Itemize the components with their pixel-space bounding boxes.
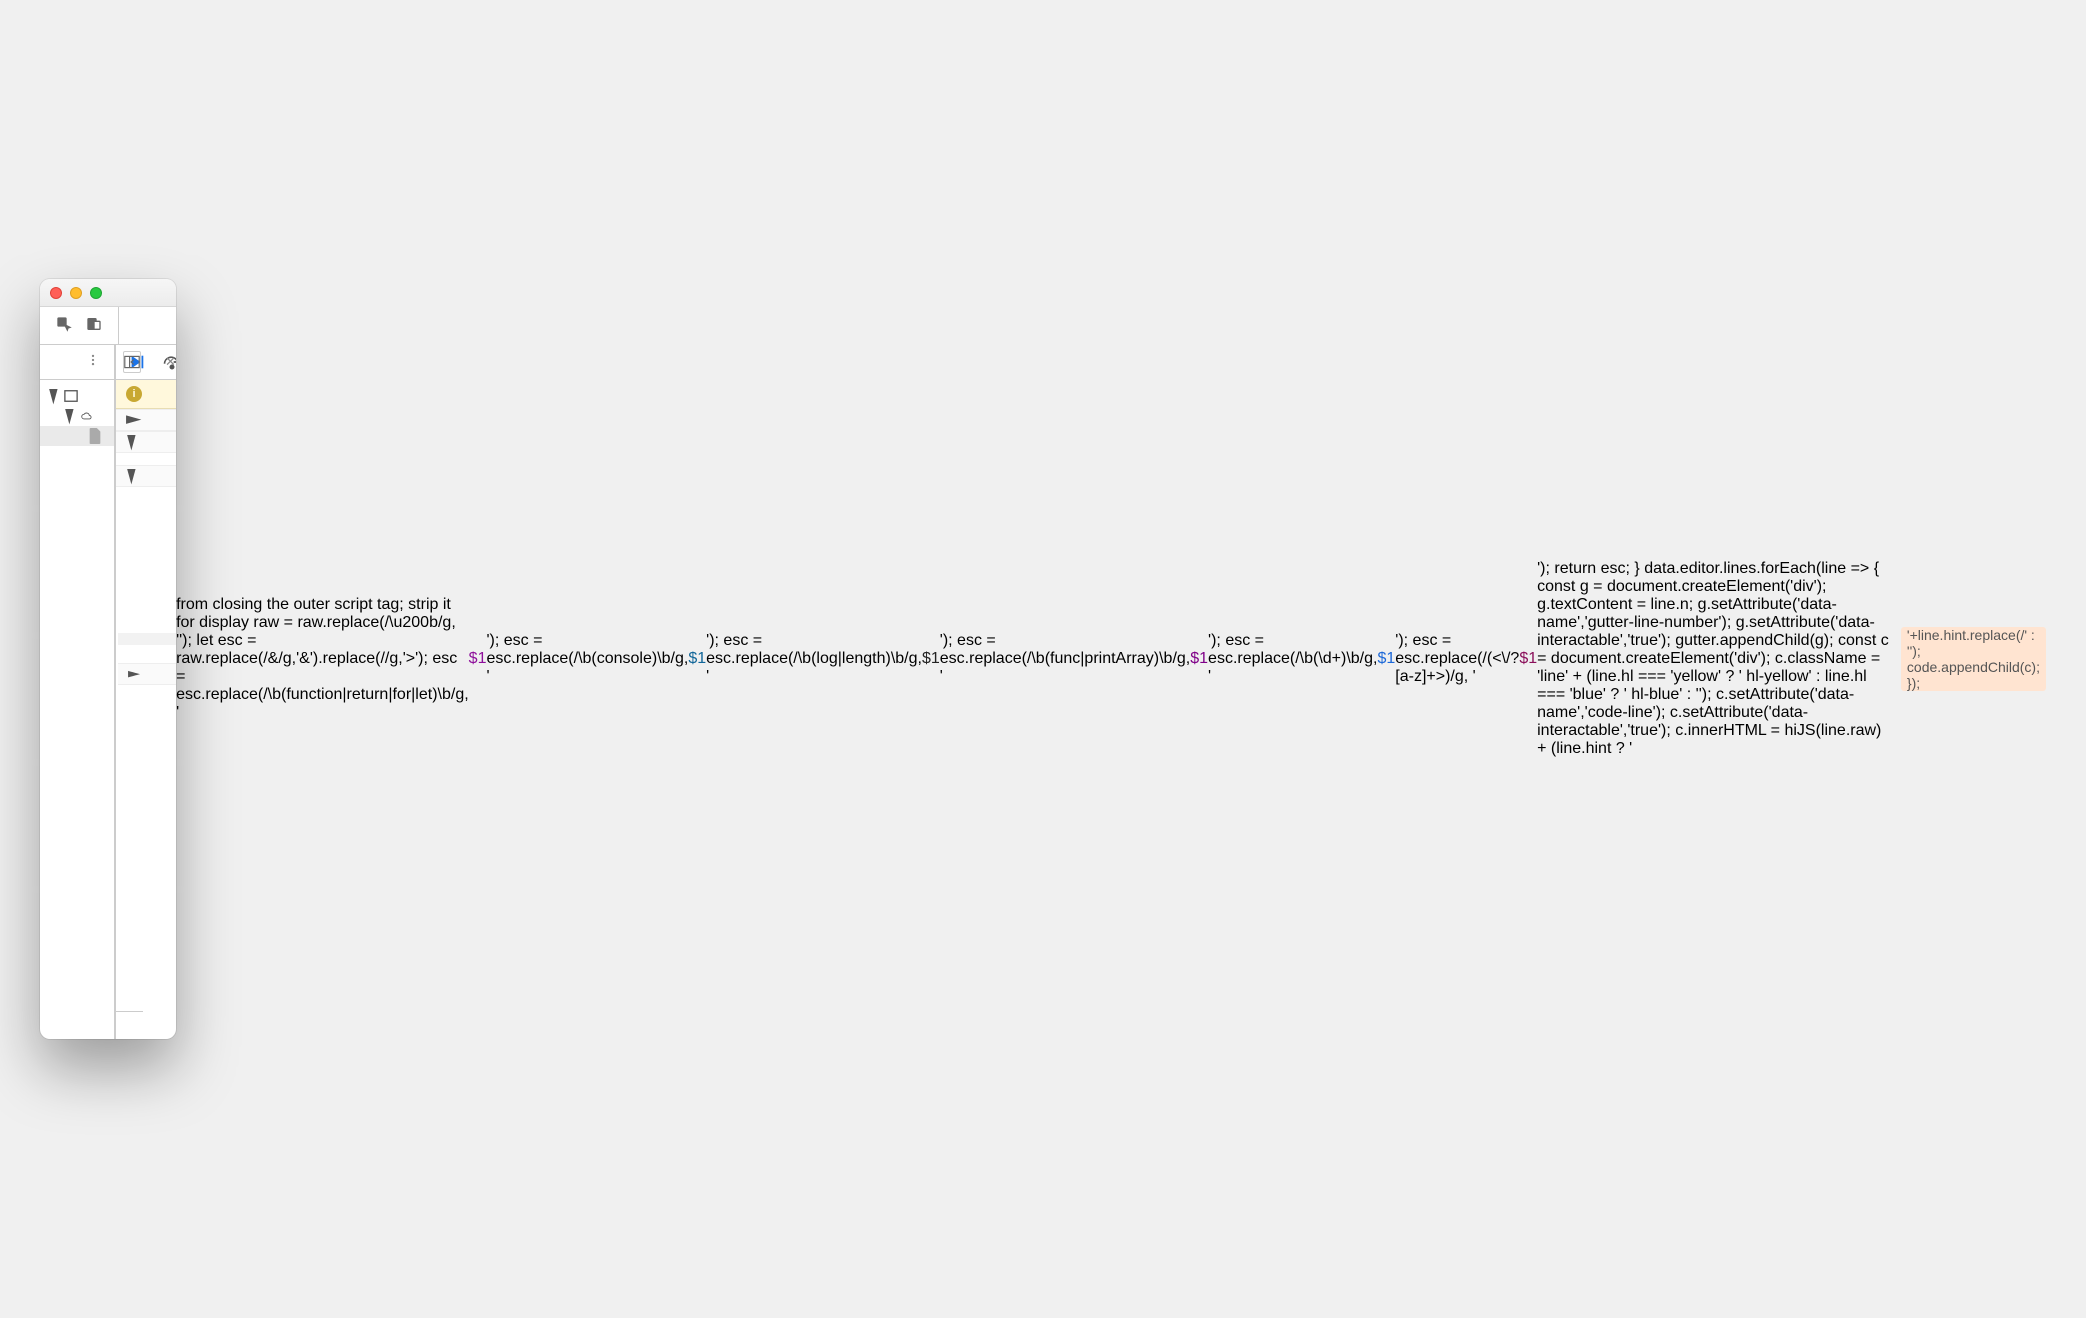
editor-tab-file[interactable]: ✕ [151,354,176,370]
frame-icon [64,388,78,404]
file-icon [88,428,102,444]
navigator-sidebar: ▶ ▶ [40,345,115,1039]
file-tree: ▶ ▶ [40,380,114,452]
tree-row-host[interactable]: ▶ [40,406,114,426]
device-toolbar-icon[interactable] [86,316,102,336]
caret-icon: ▶ [128,670,140,676]
inspect-element-icon[interactable] [56,316,72,336]
close-icon[interactable]: ✕ [165,354,176,370]
section-event-listener[interactable]: ▶ [118,663,176,685]
caret-icon: ▶ [129,435,135,447]
traffic-lights [50,287,102,299]
section-breakpoints[interactable]: ▶ [116,431,176,453]
caret-icon: ▶ [67,409,73,421]
scope-fragments: ▶ [116,487,176,685]
app-body: ▶ ▶ [40,345,176,1039]
editor-tabbar: ✕ [115,345,131,380]
close-window-button[interactable] [50,287,62,299]
inline-value-hint: '+line.hint.replace(/' : ''); code.appen… [1901,627,2046,691]
tree-row-file[interactable] [40,426,114,446]
minimize-window-button[interactable] [70,287,82,299]
info-icon: i [126,386,142,402]
cloud-icon [80,408,94,424]
no-breakpoints-text [116,453,176,465]
paused-status-bar: i [116,380,176,409]
caret-icon: ▶ [51,389,57,401]
titlebar [40,279,176,307]
tree-row-top[interactable]: ▶ [40,386,114,406]
section-watch[interactable]: ▶ [116,409,176,431]
editor-column: ✕ [115,345,116,1039]
caret-icon: ▶ [126,416,138,422]
section-scope[interactable]: ▶ [116,465,176,487]
caret-icon: ▶ [129,469,135,481]
editor-statusbar [115,1011,143,1039]
zoom-window-button[interactable] [90,287,102,299]
devtools-window: ▶ ▶ [40,279,176,1039]
navigator-menu-icon[interactable] [86,353,100,372]
toggle-navigator-icon[interactable] [123,351,141,373]
debugger-pane: i ▶ ▶ ▶ [116,345,176,1039]
main-tabstrip [40,307,176,345]
